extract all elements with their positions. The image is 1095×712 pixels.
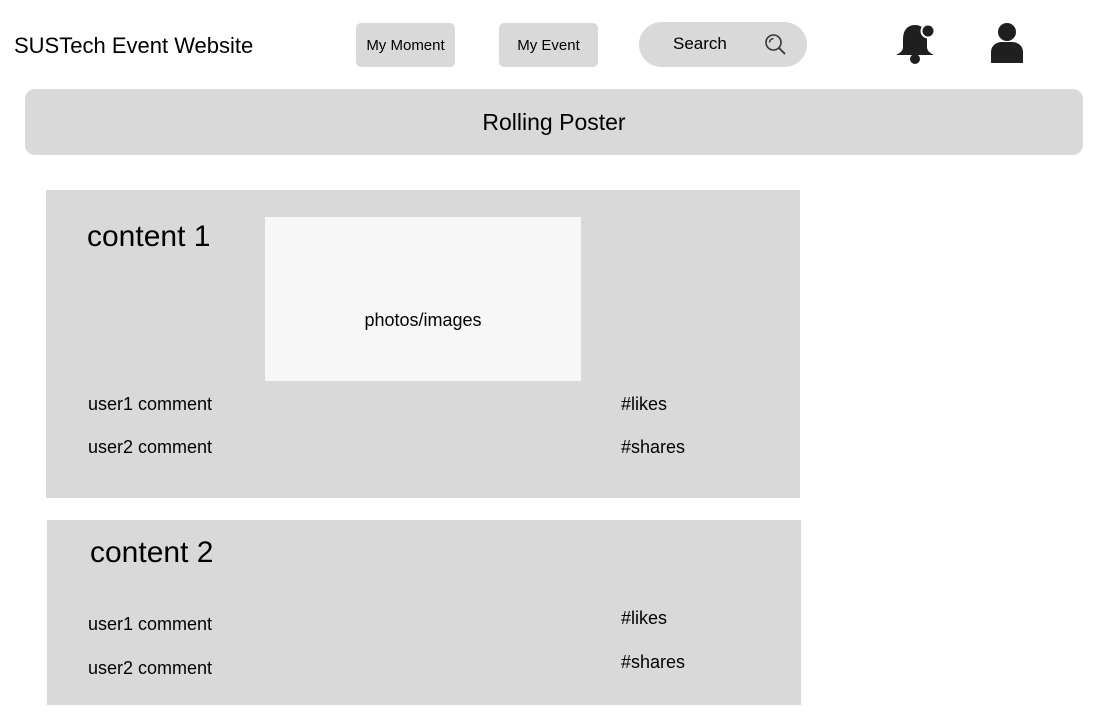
comment-item: user1 comment: [88, 394, 213, 414]
likes-count[interactable]: #likes: [621, 607, 667, 629]
comment-item: user2 comment: [88, 437, 213, 457]
rolling-poster[interactable]: Rolling Poster: [25, 89, 1083, 155]
user-icon[interactable]: [987, 21, 1027, 63]
photo-label: photos/images: [364, 310, 482, 330]
my-event-button[interactable]: My Event: [499, 23, 598, 67]
comment-item: user2 comment: [88, 658, 213, 678]
content-card: content 1 photos/images user1 comment us…: [46, 190, 800, 498]
search-placeholder: Search: [673, 34, 727, 53]
shares-count[interactable]: #shares: [621, 436, 685, 458]
site-title: SUSTech Event Website: [14, 33, 254, 58]
search-input[interactable]: Search: [639, 22, 807, 67]
shares-count[interactable]: #shares: [621, 651, 685, 673]
search-icon[interactable]: [763, 32, 787, 56]
my-moment-button[interactable]: My Moment: [356, 23, 455, 67]
content-card: content 2 user1 comment user2 comment #l…: [47, 520, 801, 705]
bell-icon[interactable]: [893, 22, 937, 66]
likes-count[interactable]: #likes: [621, 393, 667, 415]
content-title: content 1: [87, 220, 211, 253]
comment-item: user1 comment: [88, 614, 213, 634]
photo-placeholder[interactable]: photos/images: [265, 217, 581, 381]
content-title: content 2: [90, 536, 214, 569]
